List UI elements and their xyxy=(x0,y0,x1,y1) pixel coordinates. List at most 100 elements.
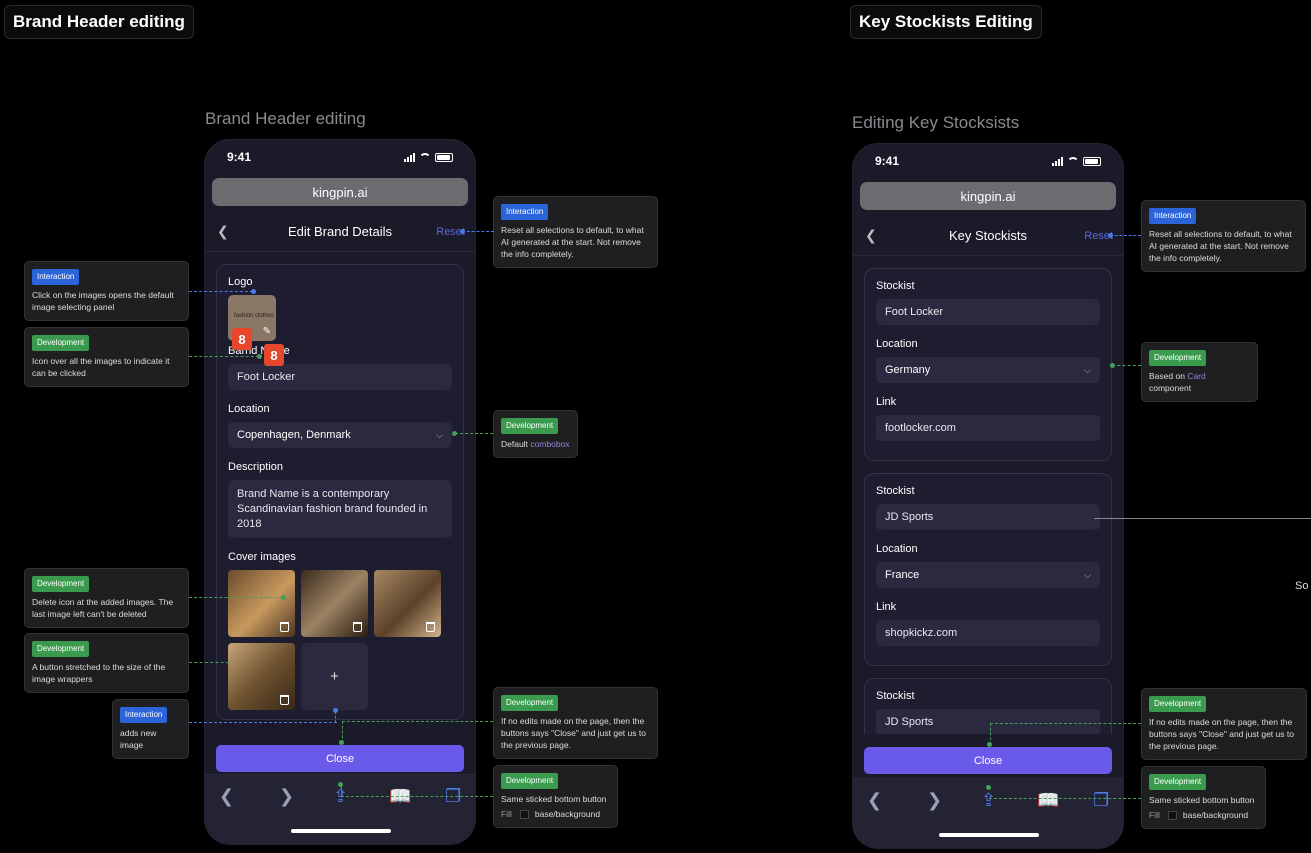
note-reset-left: Interaction Reset all selections to defa… xyxy=(493,196,658,268)
page-title: Key Stockists xyxy=(948,228,1028,243)
arrow-right-icon[interactable]: ❯ xyxy=(279,786,294,807)
note-text: Reset all selections to default, to what… xyxy=(1149,229,1292,263)
wifi-icon xyxy=(419,152,431,162)
location-combobox[interactable]: Germany ⌵ xyxy=(876,357,1100,383)
tag-development: Development xyxy=(1149,774,1207,790)
connector-delete-icon xyxy=(189,597,283,598)
connector-dot xyxy=(452,431,457,436)
card-link[interactable]: Card xyxy=(1187,371,1205,381)
stockist-input[interactable]: JD Sports xyxy=(876,504,1100,530)
link-label: Link xyxy=(876,601,897,613)
stockist-input[interactable]: Foot Locker xyxy=(876,299,1100,325)
battery-icon xyxy=(1083,156,1101,166)
cover-image[interactable] xyxy=(301,570,368,637)
note-based-suffix: component xyxy=(1149,383,1192,393)
chevron-left-icon[interactable]: ❮ xyxy=(865,227,877,244)
home-indicator xyxy=(939,833,1039,837)
status-time: 9:41 xyxy=(875,154,900,168)
signal-icon xyxy=(404,152,415,162)
fill-label: Fill xyxy=(1149,810,1160,820)
description-textarea[interactable]: Brand Name is a contemporary Scandinavia… xyxy=(228,480,452,538)
url-bar[interactable]: kingpin.ai xyxy=(860,182,1116,210)
trash-icon[interactable] xyxy=(426,622,435,632)
arrow-right-icon[interactable]: ❯ xyxy=(927,790,942,811)
signal-icon xyxy=(1052,156,1063,166)
connector-vertical xyxy=(341,786,342,796)
page-title: Edit Brand Details xyxy=(287,224,393,239)
note-text: A button stretched to the size of the im… xyxy=(32,662,166,684)
note-based-on-card: Development Based on Card component xyxy=(1141,342,1258,402)
connector-vertical xyxy=(335,711,336,723)
connector-dot xyxy=(339,740,344,745)
note-text: Default combobox xyxy=(501,438,570,450)
cover-images-grid: + xyxy=(228,570,452,710)
cover-image[interactable] xyxy=(228,643,295,710)
location-combobox[interactable]: France ⌵ xyxy=(876,562,1100,588)
link-input[interactable]: shopkickz.com xyxy=(876,620,1100,646)
connector-dot xyxy=(1110,363,1115,368)
note-click-images: Interaction Click on the images opens th… xyxy=(24,261,189,321)
note-text: adds new image xyxy=(120,728,157,750)
tag-development: Development xyxy=(32,641,90,657)
connector-stretched xyxy=(189,662,229,663)
arrow-left-icon[interactable]: ❮ xyxy=(867,790,882,811)
tabs-icon[interactable]: ❐ xyxy=(1093,790,1109,811)
stockist-card: Stockist Foot Locker Location Germany ⌵ L… xyxy=(864,268,1112,461)
arrow-left-icon[interactable]: ❮ xyxy=(219,786,234,807)
share-icon[interactable]: ⇪ xyxy=(981,790,996,811)
url-bar[interactable]: kingpin.ai xyxy=(212,178,468,206)
note-default-combobox: Development Default combobox xyxy=(493,410,578,458)
annotation-badge: 8 xyxy=(232,328,252,350)
cover-image[interactable] xyxy=(374,570,441,637)
brand-name-input[interactable]: Foot Locker xyxy=(228,364,452,390)
note-default-prefix: Default xyxy=(501,439,528,449)
description-label: Description xyxy=(228,461,284,473)
description-value: Brand Name is a contemporary Scandinavia… xyxy=(237,488,428,530)
stray-text: So xyxy=(1295,580,1309,592)
note-text: Reset all selections to default, to what… xyxy=(501,225,644,259)
fill-value: base/background xyxy=(534,809,601,819)
trash-icon[interactable] xyxy=(280,622,289,632)
frame-label-left: Brand Header editing xyxy=(205,109,366,128)
connector-adds-new xyxy=(189,722,337,723)
close-button[interactable]: Close xyxy=(864,747,1112,774)
link-value: shopkickz.com xyxy=(885,627,958,639)
status-bar: 9:41 xyxy=(205,140,475,174)
fill-value: base/background xyxy=(1182,810,1249,820)
trash-icon[interactable] xyxy=(280,695,289,705)
logo-image[interactable]: fashion clothes ✎ 8 8 xyxy=(228,295,284,366)
stockist-value: JD Sports xyxy=(885,716,934,728)
connector-no-edits xyxy=(990,723,1141,724)
link-input[interactable]: footlocker.com xyxy=(876,415,1100,441)
book-icon[interactable]: 📖 xyxy=(1037,790,1059,811)
frame-label-right: Editing Key Stocksists xyxy=(852,113,1020,132)
note-text: Same sticked bottom button xyxy=(1149,795,1255,805)
fill-swatch xyxy=(1167,811,1177,821)
stockist-input[interactable]: JD Sports xyxy=(876,709,1100,735)
brand-card: Logo fashion clothes ✎ 8 8 Barnd Name Fo… xyxy=(216,264,464,720)
cover-images-label: Cover images xyxy=(228,551,296,563)
stockist-value: Foot Locker xyxy=(885,306,944,318)
fill-row: Fill base/background xyxy=(1149,809,1258,821)
connector-dot xyxy=(1108,233,1113,238)
note-text: Icon over all the images to indicate it … xyxy=(32,356,170,378)
cover-image[interactable] xyxy=(228,570,295,637)
connector-dot xyxy=(986,785,991,790)
location-value: Germany xyxy=(885,364,931,376)
note-delete-icon: Development Delete icon at the added ima… xyxy=(24,568,189,628)
connector-dot xyxy=(251,289,256,294)
close-button[interactable]: Close xyxy=(216,745,464,772)
connector-icon-over xyxy=(189,356,259,357)
link-value: footlocker.com xyxy=(885,422,956,434)
logo-text: fashion clothes xyxy=(234,313,275,319)
pencil-icon[interactable]: ✎ xyxy=(263,327,271,337)
location-combobox[interactable]: Copenhagen, Denmark ⌵ xyxy=(228,422,452,448)
add-image-button[interactable]: + xyxy=(301,643,368,710)
chevron-left-icon[interactable]: ❮ xyxy=(217,223,229,240)
combobox-link[interactable]: combobox xyxy=(530,439,569,449)
stockist-label: Stockist xyxy=(876,485,915,497)
logo-label: Logo xyxy=(228,276,253,288)
tag-development: Development xyxy=(501,418,559,434)
note-stretched-button: Development A button stretched to the si… xyxy=(24,633,189,693)
trash-icon[interactable] xyxy=(353,622,362,632)
